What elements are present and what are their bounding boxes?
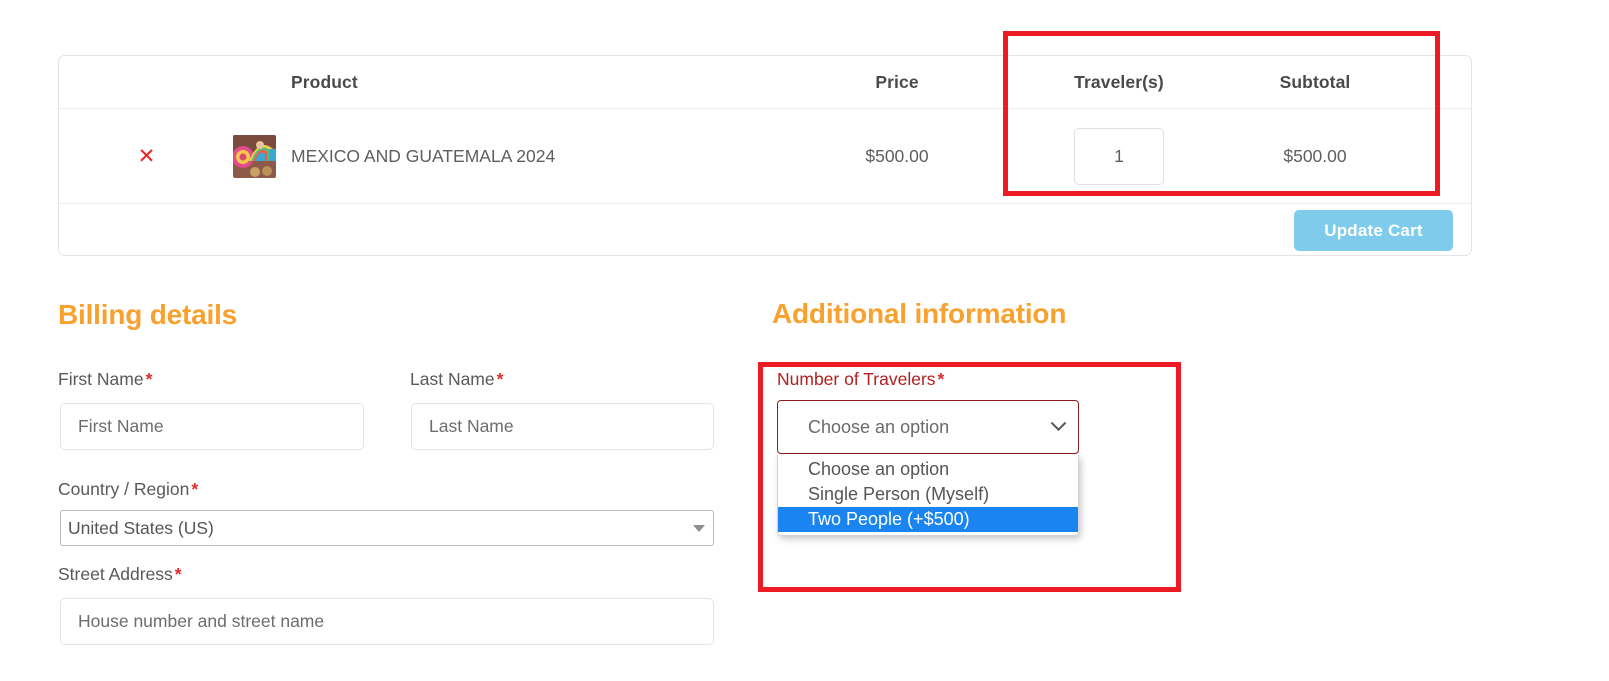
street-address-input[interactable] <box>60 598 714 645</box>
last-name-label: Last Name * <box>410 369 503 390</box>
first-name-label: First Name * <box>58 369 152 390</box>
first-name-label-text: First Name <box>58 369 144 389</box>
traveler-quantity-input[interactable] <box>1074 127 1164 185</box>
street-address-label: Street Address * <box>58 564 182 585</box>
dropdown-option-choose[interactable]: Choose an option <box>778 457 1078 482</box>
cart-table-header-row: Product Price Traveler(s) Subtotal <box>59 56 1471 109</box>
cart-table-row: ✕ MEXICO AND GUATEMALA 2024 $500.00 1 $5… <box>59 109 1471 204</box>
cart-table: Product Price Traveler(s) Subtotal ✕ MEX… <box>58 55 1472 256</box>
cart-actions-row: Update Cart <box>59 204 1471 256</box>
required-marker: * <box>174 564 182 584</box>
number-of-travelers-selected-value: Choose an option <box>808 416 950 437</box>
update-cart-button[interactable]: Update Cart <box>1294 210 1453 251</box>
country-region-select[interactable]: United States (US) <box>60 510 714 546</box>
number-of-travelers-dropdown-list: Choose an option Single Person (Myself) … <box>777 455 1079 536</box>
country-region-value: United States (US) <box>68 517 214 538</box>
first-name-input[interactable] <box>60 403 364 450</box>
product-name[interactable]: MEXICO AND GUATEMALA 2024 <box>291 109 811 203</box>
column-header-price: Price <box>875 71 919 92</box>
additional-information-title: Additional information <box>772 298 1067 329</box>
remove-item-cell: ✕ <box>119 109 174 203</box>
product-subtotal: $500.00 <box>1283 145 1347 166</box>
number-of-travelers-label-text: Number of Travelers <box>777 369 936 389</box>
product-thumbnail-cell <box>209 109 299 203</box>
last-name-label-text: Last Name <box>410 369 495 389</box>
product-price: $500.00 <box>865 145 929 166</box>
dropdown-option-single-person[interactable]: Single Person (Myself) <box>778 482 1078 507</box>
number-of-travelers-label: Number of Travelers * <box>777 369 944 390</box>
number-of-travelers-select[interactable]: Choose an option <box>777 400 1079 454</box>
required-marker: * <box>145 369 153 389</box>
checkout-page: Product Price Traveler(s) Subtotal ✕ MEX… <box>0 0 1609 681</box>
street-address-label-text: Street Address <box>58 564 173 584</box>
chevron-down-icon <box>1050 414 1067 431</box>
country-region-label: Country / Region * <box>58 479 198 500</box>
dropdown-option-two-people[interactable]: Two People (+$500) <box>778 507 1078 532</box>
quantity-cell <box>1024 109 1214 203</box>
column-header-product: Product <box>291 71 358 92</box>
chevron-down-icon <box>693 524 705 532</box>
required-marker: * <box>191 479 199 499</box>
product-thumbnail-icon[interactable] <box>232 134 276 178</box>
remove-x-icon[interactable]: ✕ <box>138 145 156 167</box>
last-name-input[interactable] <box>411 403 714 450</box>
column-header-subtotal: Subtotal <box>1279 71 1351 92</box>
column-header-travelers: Traveler(s) <box>1074 71 1164 92</box>
billing-details-title: Billing details <box>58 299 238 330</box>
required-marker: * <box>496 369 504 389</box>
required-marker: * <box>937 369 945 389</box>
country-region-label-text: Country / Region <box>58 479 190 499</box>
